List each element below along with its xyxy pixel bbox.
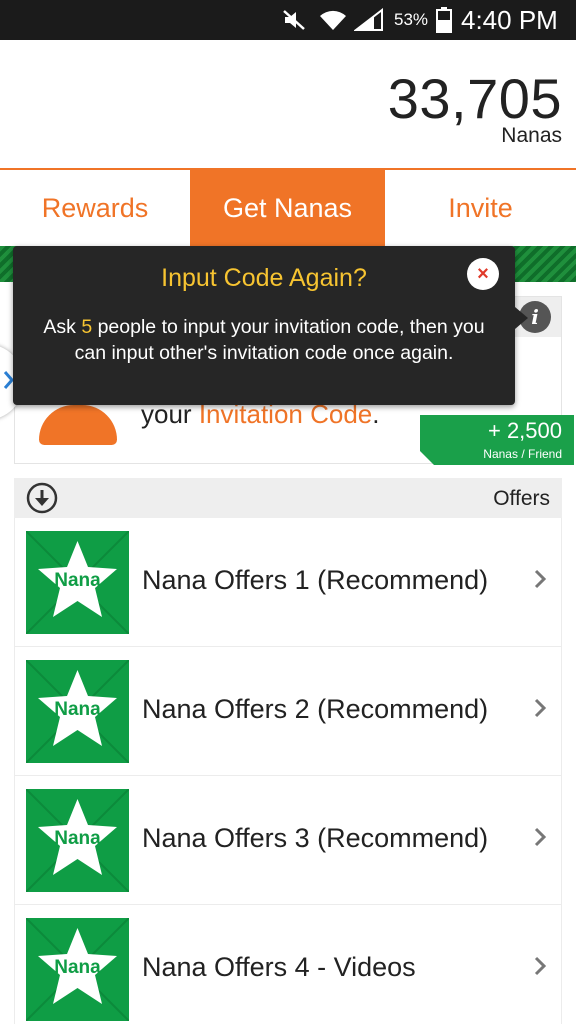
- wifi-icon: [318, 0, 348, 40]
- chevron-right-icon: [533, 955, 547, 982]
- offer-icon-text: Nana: [54, 828, 101, 849]
- tooltip-body-number: 5: [81, 316, 93, 338]
- tooltip-arrow: [515, 307, 528, 329]
- download-icon[interactable]: [26, 482, 58, 514]
- tab-bar: Rewards Get Nanas Invite: [0, 170, 576, 246]
- tooltip-body: Ask 5 people to input your invitation co…: [25, 314, 503, 366]
- battery-icon: [436, 0, 452, 40]
- offers-title: Offers: [493, 487, 550, 510]
- chevron-right-icon: [533, 697, 547, 724]
- offer-icon-text: Nana: [54, 699, 101, 720]
- close-icon[interactable]: ×: [467, 258, 499, 290]
- nana-star-icon: Nana: [26, 918, 129, 1021]
- tab-invite[interactable]: Invite: [385, 170, 576, 246]
- offer-label: Nana Offers 3 (Recommend): [142, 823, 489, 853]
- offer-icon-text: Nana: [54, 570, 101, 591]
- offer-item-2[interactable]: Nana Nana Offers 2 (Recommend): [14, 647, 562, 776]
- offer-icon-text: Nana: [54, 957, 101, 978]
- balance-unit: Nanas: [501, 124, 562, 147]
- mute-icon: [282, 0, 308, 40]
- clock-time: 4:40 PM: [461, 4, 558, 35]
- offer-label: Nana Offers 1 (Recommend): [142, 565, 489, 595]
- tooltip-title: Input Code Again?: [161, 264, 367, 292]
- nana-star-icon: Nana: [26, 660, 129, 763]
- reward-amount: + 2,500: [487, 418, 562, 443]
- tooltip-body-suffix: people to input your invitation code, th…: [74, 316, 485, 364]
- tooltip-body-prefix: Ask: [43, 316, 82, 338]
- offer-label: Nana Offers 4 - Videos: [142, 952, 416, 982]
- tab-get-nanas[interactable]: Get Nanas: [190, 170, 385, 246]
- nana-star-icon: Nana: [26, 531, 129, 634]
- offer-label: Nana Offers 2 (Recommend): [142, 694, 489, 724]
- reward-badge: + 2,500 Nanas / Friend: [420, 415, 574, 465]
- chevron-right-icon: [533, 826, 547, 853]
- tab-rewards[interactable]: Rewards: [0, 170, 190, 246]
- offer-item-3[interactable]: Nana Nana Offers 3 (Recommend): [14, 776, 562, 905]
- reward-unit: Nanas / Friend: [483, 447, 562, 461]
- nana-star-icon: Nana: [26, 789, 129, 892]
- battery-percent: 53%: [394, 10, 429, 29]
- offer-item-1[interactable]: Nana Nana Offers 1 (Recommend): [14, 518, 562, 647]
- signal-icon: [354, 0, 384, 40]
- status-bar: 53% 4:40 PM: [0, 0, 576, 40]
- person-icon: [39, 405, 117, 445]
- nanas-balance: 33,705: [387, 67, 562, 130]
- input-code-tooltip: Input Code Again? × Ask 5 people to inpu…: [13, 246, 515, 405]
- chevron-right-icon: [533, 568, 547, 595]
- offers-header: Offers: [14, 478, 562, 518]
- offer-item-4[interactable]: Nana Nana Offers 4 - Videos: [14, 905, 562, 1024]
